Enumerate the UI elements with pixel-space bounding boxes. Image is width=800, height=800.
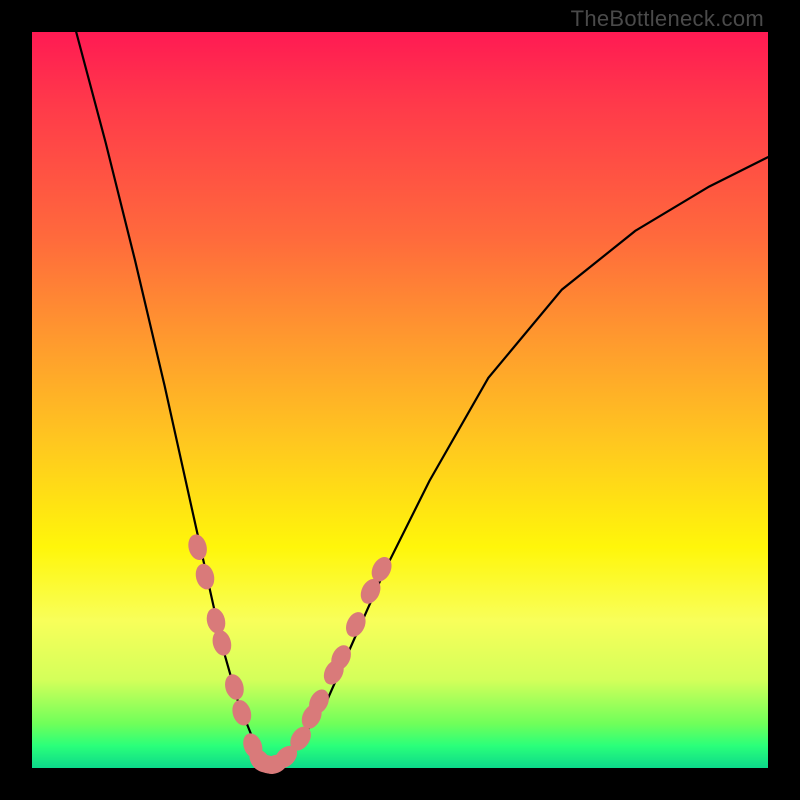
data-bead [229, 698, 254, 728]
watermark-text: TheBottleneck.com [571, 6, 764, 32]
curve-layer [76, 32, 768, 764]
data-bead [210, 628, 234, 658]
bottleneck-curve [76, 32, 768, 764]
data-bead [204, 606, 228, 636]
data-bead [186, 532, 210, 562]
beads-layer [186, 532, 396, 777]
chart-svg [32, 32, 768, 768]
data-bead [222, 672, 246, 702]
data-bead [193, 562, 217, 592]
chart-frame: TheBottleneck.com [0, 0, 800, 800]
plot-area [32, 32, 768, 768]
